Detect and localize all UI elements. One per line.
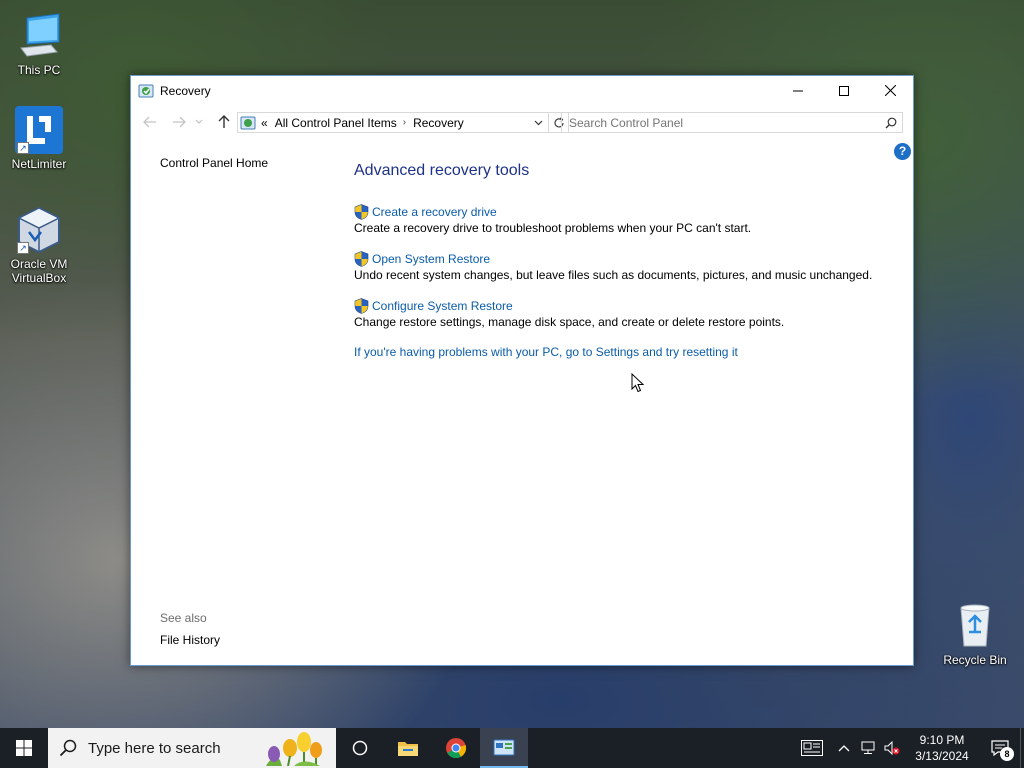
control-panel-icon — [138, 84, 154, 97]
shortcut-arrow-icon: ↗ — [17, 142, 29, 154]
main-content: Advanced recovery tools Create a recover… — [354, 162, 894, 359]
recent-locations-button[interactable] — [193, 112, 205, 132]
minimize-icon — [793, 90, 803, 91]
desktop-icon-netlimiter[interactable]: ↗ NetLimiter — [1, 106, 77, 171]
chrome-icon — [446, 738, 467, 759]
chevron-down-icon — [195, 119, 203, 124]
task-view-icon — [352, 740, 368, 756]
network-icon — [861, 741, 875, 754]
arrow-right-icon — [173, 116, 186, 128]
network-button[interactable] — [856, 728, 880, 768]
task-description: Change restore settings, manage disk spa… — [354, 315, 785, 329]
breadcrumb-all-control-panel-items[interactable]: All Control Panel Items — [275, 116, 397, 130]
file-history-link[interactable]: File History — [160, 633, 220, 647]
desktop-icon-this-pc[interactable]: This PC — [1, 12, 77, 77]
chrome-taskbar-button[interactable] — [432, 728, 480, 768]
see-also-label: See also — [160, 611, 207, 625]
configure-system-restore-link[interactable]: Configure System Restore — [372, 299, 513, 313]
news-widget-button[interactable] — [792, 728, 832, 768]
show-desktop-button[interactable] — [1020, 728, 1024, 768]
recycle-bin-icon — [951, 602, 999, 650]
shortcut-arrow-icon: ↗ — [17, 242, 29, 254]
breadcrumb-recovery[interactable]: Recovery — [413, 116, 464, 130]
volume-button[interactable] — [880, 728, 904, 768]
task-description: Create a recovery drive to troubleshoot … — [354, 221, 752, 235]
uac-shield-icon — [354, 251, 369, 267]
uac-shield-icon — [354, 298, 369, 314]
taskbar-search-placeholder: Type here to search — [88, 739, 221, 757]
close-icon — [884, 85, 896, 96]
notification-count-badge: 8 — [1000, 747, 1014, 761]
task-create-recovery-drive: Create a recovery drive Create a recover… — [354, 204, 894, 236]
address-dropdown-button[interactable] — [528, 113, 548, 132]
window-title: Recovery — [160, 83, 211, 98]
open-system-restore-link[interactable]: Open System Restore — [372, 252, 490, 266]
titlebar[interactable]: Recovery — [131, 76, 913, 105]
desktop-icon-virtualbox[interactable]: ↗ Oracle VM VirtualBox — [1, 206, 77, 285]
windows-logo-icon — [16, 740, 32, 756]
forward-button[interactable] — [168, 112, 190, 132]
computer-icon — [15, 12, 63, 60]
file-explorer-taskbar-button[interactable] — [384, 728, 432, 768]
task-configure-system-restore: Configure System Restore Change restore … — [354, 298, 894, 330]
virtualbox-icon: ↗ — [15, 206, 63, 254]
desktop-icon-label: Recycle Bin — [943, 653, 1007, 667]
search-icon[interactable] — [880, 113, 902, 132]
desktop-icon-label: NetLimiter — [11, 157, 67, 171]
back-button[interactable] — [139, 112, 161, 132]
control-panel-home-link[interactable]: Control Panel Home — [160, 156, 268, 170]
taskbar: Type here to search 9:10 PM 3/13/2024 8 — [0, 728, 1024, 768]
control-panel-icon — [240, 116, 256, 129]
address-bar[interactable]: « All Control Panel Items › Recovery — [237, 112, 549, 133]
breadcrumb-overflow[interactable]: « — [261, 116, 268, 130]
desktop-icon-label: Oracle VM VirtualBox — [10, 257, 68, 285]
close-button[interactable] — [867, 76, 913, 105]
folder-icon — [398, 742, 418, 756]
search-box[interactable] — [561, 112, 903, 133]
help-button[interactable]: ? — [894, 143, 911, 160]
search-icon — [48, 739, 88, 757]
arrow-up-icon — [218, 115, 230, 128]
clock-time: 9:10 PM — [919, 733, 965, 747]
task-open-system-restore: Open System Restore Undo recent system c… — [354, 251, 894, 283]
system-tray: 9:10 PM 3/13/2024 8 — [792, 728, 1024, 768]
maximize-icon — [839, 85, 849, 96]
desktop-icon-label: This PC — [17, 63, 61, 77]
show-hidden-icons-button[interactable] — [832, 728, 856, 768]
create-recovery-drive-link[interactable]: Create a recovery drive — [372, 205, 497, 219]
task-view-button[interactable] — [336, 728, 384, 768]
clock-button[interactable]: 9:10 PM 3/13/2024 — [904, 732, 980, 764]
reset-pc-settings-link[interactable]: If you're having problems with your PC, … — [354, 345, 894, 359]
news-icon — [801, 740, 823, 756]
recovery-window: Recovery « All Control Panel Items › Rec… — [130, 75, 914, 666]
up-button[interactable] — [213, 112, 235, 132]
mouse-cursor-icon — [631, 373, 644, 393]
control-panel-taskbar-button[interactable] — [480, 728, 528, 768]
maximize-button[interactable] — [821, 76, 867, 105]
chevron-up-icon — [838, 745, 850, 752]
chevron-down-icon — [534, 120, 542, 125]
search-input[interactable] — [562, 113, 880, 132]
notifications-button[interactable]: 8 — [980, 728, 1020, 768]
start-button[interactable] — [0, 728, 48, 768]
breadcrumb-separator-icon[interactable]: › — [403, 117, 406, 128]
arrow-left-icon — [143, 116, 156, 128]
control-panel-icon — [493, 739, 515, 756]
uac-shield-icon — [354, 204, 369, 220]
desktop-icon-recycle-bin[interactable]: Recycle Bin — [937, 602, 1013, 667]
volume-muted-icon — [884, 741, 900, 755]
task-description: Undo recent system changes, but leave fi… — [354, 268, 873, 282]
netlimiter-icon: ↗ — [15, 106, 63, 154]
left-pane: Control Panel Home — [160, 156, 268, 170]
page-title: Advanced recovery tools — [354, 162, 530, 179]
minimize-button[interactable] — [775, 76, 821, 105]
clock-date: 3/13/2024 — [915, 749, 969, 763]
taskbar-search-box[interactable]: Type here to search — [48, 728, 336, 768]
search-highlight-flowers-icon — [266, 732, 322, 766]
